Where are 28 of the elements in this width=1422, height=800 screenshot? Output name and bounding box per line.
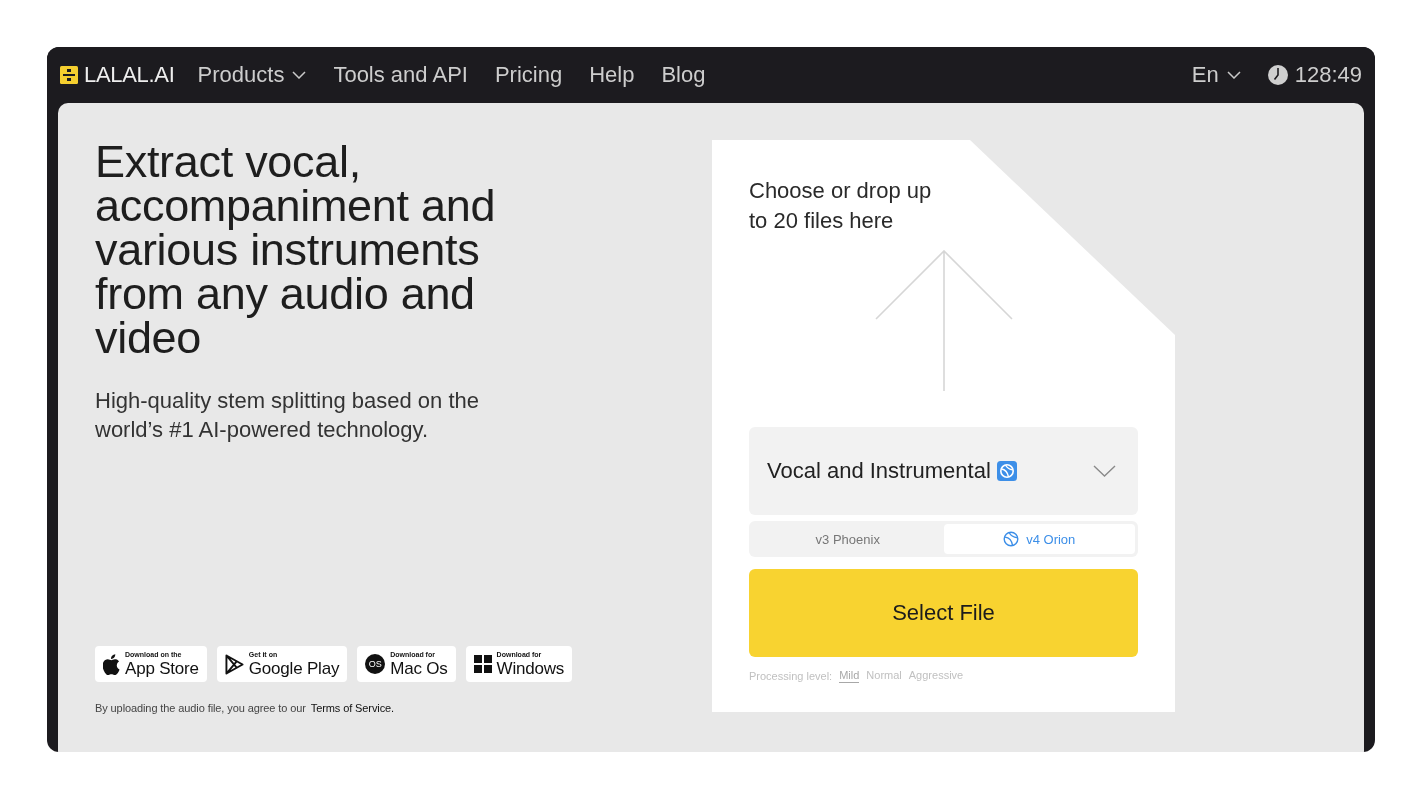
chevron-down-icon — [1226, 71, 1241, 79]
nav-link[interactable]: Pricing — [494, 62, 563, 88]
select-file-button[interactable]: Select File — [749, 569, 1138, 657]
nav-link[interactable]: Blog — [661, 62, 706, 88]
time-remaining: 128:49 — [1294, 62, 1362, 88]
nav-link[interactable]: Tools and API — [333, 62, 468, 88]
play-triangle-icon — [224, 653, 244, 675]
drop-prompt: Choose or drop up to 20 files here — [749, 177, 933, 235]
chevron-down-icon — [1093, 465, 1116, 477]
headline: Extract vocal, accompaniment and various instruments from any audio and video — [95, 140, 497, 360]
windows-logo-icon — [473, 655, 492, 673]
logo-link[interactable]: LALAL.AI — [60, 62, 175, 88]
subtitle: High-quality stem splitting based on the world’s #1 AI-powered technology. — [95, 387, 480, 444]
globe-badge-icon — [996, 461, 1017, 481]
upload-drop-zone[interactable]: Choose or drop up to 20 files here Vocal and Instrumental v3 Phoenix v4 Orion Select File Processing level: Mild Normal Aggressive — [712, 140, 1175, 712]
os-logo: OS — [365, 654, 386, 674]
apple-icon — [103, 653, 120, 675]
terms-notice: By uploading the audio file, you agree to our Terms of Service. — [95, 701, 394, 715]
upload-arrow-icon — [874, 250, 1013, 391]
processing-level-label: Processing level: — [749, 670, 833, 682]
model-tab[interactable]: v3 Phoenix — [752, 524, 944, 554]
stem-dropdown[interactable]: Vocal and Instrumental — [749, 427, 1138, 515]
nav-link[interactable]: Help — [589, 62, 635, 88]
language-selector[interactable]: En — [1191, 62, 1241, 88]
terms-link[interactable]: Terms of Service. — [310, 702, 394, 714]
logo-icon — [60, 66, 78, 84]
nav-link[interactable]: Products — [197, 62, 307, 88]
clock-icon — [1267, 65, 1288, 85]
